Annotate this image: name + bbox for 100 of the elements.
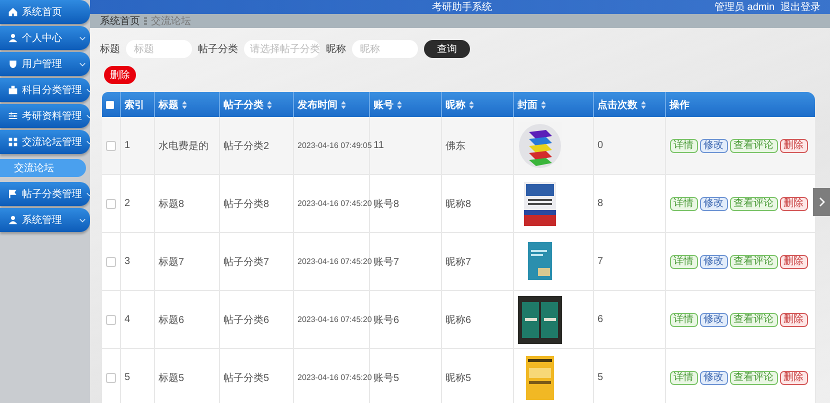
edit-button[interactable]: 修改 — [700, 196, 728, 210]
sidebar-item[interactable]: 系统首页 — [0, 0, 90, 24]
table-cell: 标题8 — [158, 198, 184, 210]
table-cell: 11 — [374, 140, 384, 151]
field-label: 昵称 — [326, 43, 346, 56]
menu-icon — [8, 33, 18, 43]
table-cell: 昵称6 — [446, 314, 472, 326]
comments-button[interactable]: 查看评论 — [730, 138, 778, 152]
column-header[interactable]: 封面 — [518, 100, 538, 110]
table-cell: 2023-04-16 07:45:20 — [298, 373, 372, 382]
menu-icon — [8, 7, 18, 17]
checkbox[interactable] — [106, 198, 116, 208]
table-cell: 账号5 — [374, 372, 400, 384]
detail-button[interactable]: 详情 — [670, 254, 698, 268]
separator-icon — [144, 17, 147, 25]
comments-button[interactable]: 查看评论 — [730, 254, 778, 268]
table-cell: 帖子分类7 — [224, 256, 270, 268]
detail-button[interactable]: 详情 — [670, 196, 698, 210]
chevron-icon — [818, 197, 824, 207]
table-cell: 帖子分类6 — [224, 314, 270, 326]
table-cell: 2023-04-16 07:45:20 — [298, 199, 372, 208]
menu-icon — [8, 189, 18, 199]
edit-button[interactable]: 修改 — [700, 312, 728, 326]
table-cell: 6 — [598, 314, 604, 325]
sort-icon[interactable] — [540, 100, 546, 109]
field-label: 标题 — [100, 42, 120, 56]
chevron-icon — [79, 36, 86, 40]
delete-button[interactable]: 删除 — [780, 312, 808, 326]
table-cell: 昵称7 — [446, 256, 472, 268]
column-header[interactable]: 标题 — [158, 100, 178, 110]
table-cell: 佛东 — [446, 140, 466, 152]
sidebar-item[interactable]: 帖子分类管理 — [0, 182, 90, 206]
table-cell: 标题5 — [158, 372, 184, 384]
table-cell: 2023-04-16 07:49:05 — [298, 141, 372, 150]
menu-icon — [8, 215, 18, 225]
logout-link[interactable]: 退出登录 — [780, 0, 820, 14]
edit-button[interactable]: 修改 — [700, 370, 728, 384]
edit-button[interactable]: 修改 — [700, 254, 728, 268]
app-title: 考研助手系统 — [431, 0, 494, 14]
input-field[interactable]: 昵称 — [352, 40, 418, 58]
comments-button[interactable]: 查看评论 — [730, 196, 778, 210]
column-header[interactable]: 昵称 — [446, 100, 466, 110]
detail-button[interactable]: 详情 — [670, 312, 698, 326]
detail-button[interactable]: 详情 — [670, 370, 698, 384]
comments-button[interactable]: 查看评论 — [730, 370, 778, 384]
table-cell: 昵称8 — [446, 198, 472, 210]
sidebar-item[interactable]: 科目分类管理 — [0, 78, 90, 102]
sidebar-item[interactable]: 交流论坛管理 — [0, 130, 90, 154]
sidebar-item[interactable]: 系统管理 — [0, 208, 90, 232]
search-button[interactable]: 查询 — [424, 40, 470, 58]
table-cell: 1 — [124, 140, 130, 151]
comments-button[interactable]: 查看评论 — [730, 312, 778, 326]
sort-icon[interactable] — [340, 100, 346, 109]
table-cell: 7 — [598, 256, 604, 267]
chevron-icon — [79, 62, 86, 66]
checkbox[interactable] — [106, 256, 116, 266]
column-header[interactable]: 操作 — [670, 100, 690, 110]
column-header[interactable]: 账号 — [374, 100, 394, 110]
sort-icon[interactable] — [396, 100, 402, 109]
table-cell: 4 — [124, 314, 130, 325]
table-cell: 账号8 — [374, 198, 400, 210]
delete-button[interactable]: 删除 — [780, 196, 808, 210]
sidebar-item[interactable]: 用户管理 — [0, 52, 90, 76]
sidebar-item[interactable]: 考研资料管理 — [0, 104, 90, 128]
menu-icon — [8, 59, 18, 69]
checkbox[interactable] — [106, 314, 116, 324]
table-cell: 帖子分类8 — [224, 198, 270, 210]
breadcrumb-link[interactable]: 系统首页 — [100, 14, 140, 28]
table-cell: 5 — [598, 372, 604, 383]
table-cell: 账号6 — [374, 314, 400, 326]
checkbox[interactable] — [106, 100, 114, 108]
table-cell: 3 — [124, 256, 130, 267]
delete-button[interactable]: 删除 — [104, 66, 136, 84]
delete-button[interactable]: 删除 — [780, 138, 808, 152]
user-label: 管理员 admin — [714, 1, 774, 14]
table-cell: 2023-04-16 07:45:20 — [298, 315, 372, 324]
table-cell: 2023-04-16 07:45:20 — [298, 257, 372, 266]
sort-icon[interactable] — [640, 100, 646, 109]
delete-button[interactable]: 删除 — [780, 370, 808, 384]
delete-button[interactable]: 删除 — [780, 254, 808, 268]
sort-icon[interactable] — [468, 100, 474, 109]
edit-button[interactable]: 修改 — [700, 138, 728, 152]
table-cell: 账号7 — [374, 256, 400, 268]
detail-button[interactable]: 详情 — [670, 138, 698, 152]
chevron-icon — [79, 218, 86, 222]
checkbox[interactable] — [106, 140, 116, 150]
table-cell: 帖子分类2 — [224, 140, 270, 152]
submenu-item[interactable]: 交流论坛 — [0, 159, 86, 177]
sort-icon[interactable] — [182, 100, 186, 109]
checkbox[interactable] — [106, 372, 116, 382]
field-label: 帖子分类 — [198, 42, 238, 56]
sidebar-item[interactable]: 个人中心 — [0, 26, 90, 50]
table-cell: 2 — [124, 198, 130, 209]
next-button[interactable] — [812, 188, 830, 216]
input-field[interactable]: 标题 — [126, 40, 192, 58]
table-cell: 标题7 — [158, 256, 184, 268]
sort-icon[interactable] — [266, 100, 272, 109]
table-cell: 昵称5 — [446, 372, 472, 384]
table-cell: 8 — [598, 198, 604, 209]
table-cell: 水电费是的 — [158, 140, 208, 152]
